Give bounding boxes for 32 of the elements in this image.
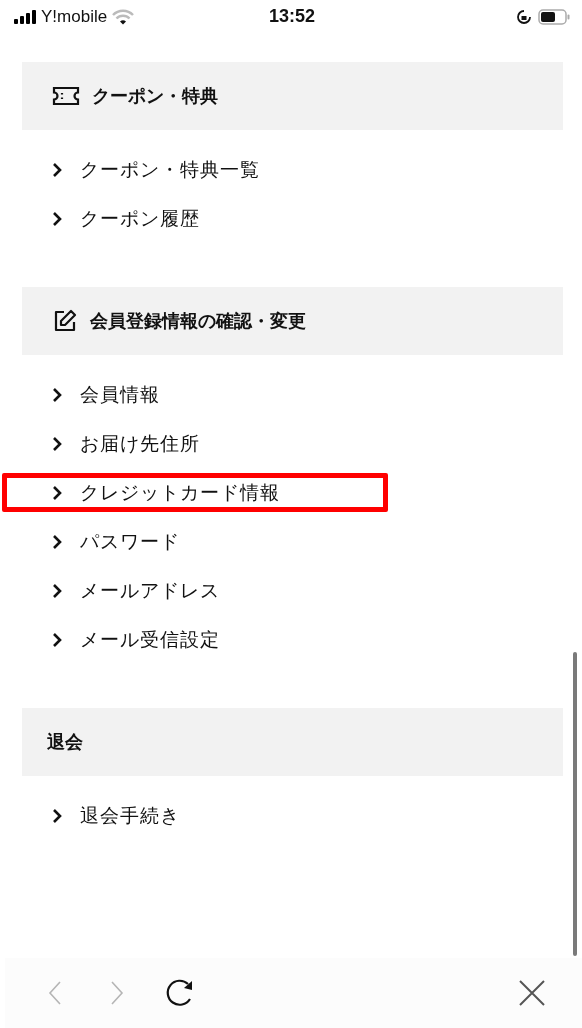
section-title: 退会 — [47, 730, 83, 754]
chevron-icon — [52, 210, 63, 227]
chevron-icon — [52, 807, 63, 824]
menu-link[interactable]: クーポン履歴 — [80, 205, 200, 232]
wifi-icon — [112, 8, 135, 25]
menu-link[interactable]: 会員情報 — [80, 381, 160, 408]
section-title: クーポン・特典 — [92, 84, 218, 108]
chevron-icon — [52, 435, 63, 452]
ticket-icon — [52, 86, 80, 106]
status-time: 13:52 — [269, 6, 316, 27]
chevron-icon — [52, 386, 63, 403]
back-icon — [48, 981, 62, 1005]
carrier-name: Y!mobile — [41, 6, 108, 27]
menu-link[interactable]: お届け先住所 — [80, 430, 200, 457]
edit-icon — [52, 308, 78, 334]
menu-link[interactable]: メール受信設定 — [80, 626, 220, 653]
close-icon — [519, 980, 545, 1006]
section-title: 会員登録情報の確認・変更 — [90, 309, 306, 333]
menu-link[interactable]: クレジットカード情報 — [80, 479, 280, 506]
chevron-icon — [52, 161, 63, 178]
menu-link[interactable]: クーポン・特典一覧 — [80, 156, 260, 183]
menu-link[interactable]: パスワード — [80, 528, 180, 555]
signal-icon — [14, 9, 36, 24]
battery-icon — [538, 8, 570, 25]
rotation-lock-icon — [516, 8, 532, 25]
chevron-icon — [52, 631, 63, 648]
menu-link[interactable]: メールアドレス — [80, 577, 220, 604]
forward-icon — [110, 981, 124, 1005]
chevron-icon — [52, 484, 63, 501]
chevron-icon — [52, 582, 63, 599]
chevron-icon — [52, 533, 63, 550]
menu-link[interactable]: 退会手続き — [80, 802, 180, 829]
